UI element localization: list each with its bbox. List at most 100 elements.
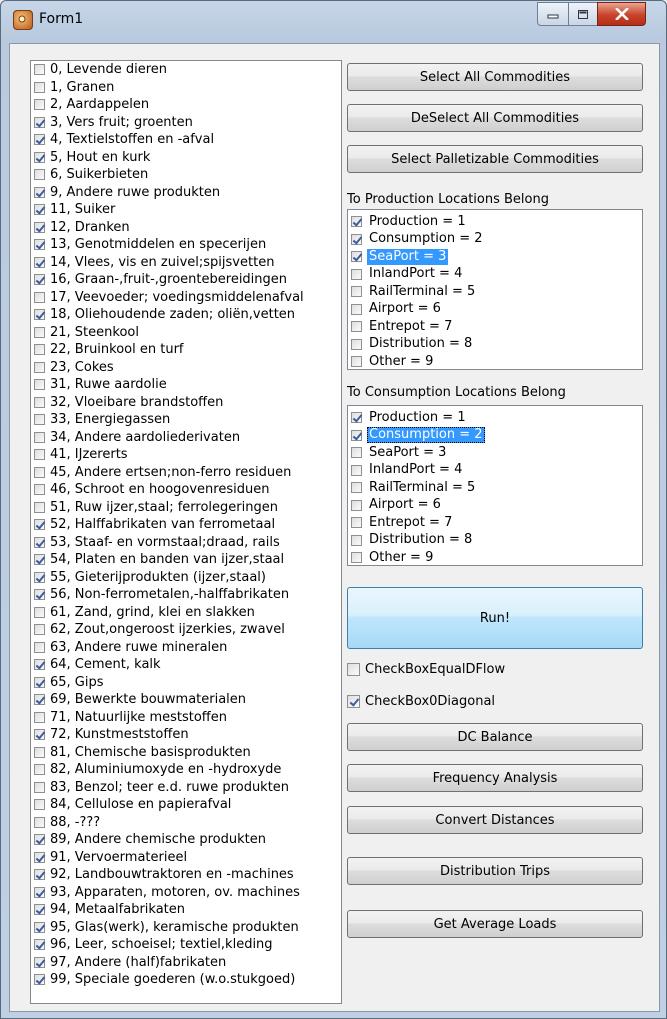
item-checkbox[interactable] <box>34 151 45 163</box>
consumption-list-item[interactable]: Other = 9 <box>348 549 642 567</box>
item-checkbox[interactable] <box>34 974 45 986</box>
commodity-list-item[interactable]: 55, Gieterijprodukten (ijzer,staal) <box>31 569 341 587</box>
deselect-all-commodities-button[interactable]: DeSelect All Commodities <box>347 104 643 132</box>
item-checkbox[interactable] <box>34 449 45 461</box>
item-checkbox[interactable] <box>34 729 45 741</box>
item-checkbox[interactable] <box>34 711 45 723</box>
distribution-trips-button[interactable]: Distribution Trips <box>347 857 643 885</box>
select-all-commodities-button[interactable]: Select All Commodities <box>347 63 643 91</box>
item-checkbox[interactable] <box>351 429 362 441</box>
production-list-item[interactable]: Entrepot = 7 <box>348 318 642 336</box>
item-checkbox[interactable] <box>34 676 45 688</box>
commodity-list-item[interactable]: 23, Cokes <box>31 359 341 377</box>
production-list-item[interactable]: Distribution = 8 <box>348 336 642 354</box>
item-checkbox[interactable] <box>351 552 362 564</box>
commodity-list-item[interactable]: 46, Schroot en hoogovenresiduen <box>31 481 341 499</box>
commodity-list-item[interactable]: 91, Vervoermaterieel <box>31 849 341 867</box>
item-checkbox[interactable] <box>351 499 362 511</box>
consumption-list-item[interactable]: InlandPort = 4 <box>348 462 642 480</box>
commodity-list-item[interactable]: 0, Levende dieren <box>31 61 341 79</box>
item-checkbox[interactable] <box>34 519 45 531</box>
commodity-list-item[interactable]: 32, Vloeibare brandstoffen <box>31 394 341 412</box>
production-list-item[interactable]: Consumption = 2 <box>348 231 642 249</box>
commodity-list-item[interactable]: 4, Textielstoffen en -afval <box>31 131 341 149</box>
item-checkbox[interactable] <box>34 904 45 916</box>
commodity-list-item[interactable]: 9, Andere ruwe produkten <box>31 184 341 202</box>
commodity-list-item[interactable]: 63, Andere ruwe mineralen <box>31 639 341 657</box>
item-checkbox[interactable] <box>34 169 45 181</box>
commodity-list-item[interactable]: 12, Dranken <box>31 219 341 237</box>
consumption-locations-list[interactable]: Production = 1 Consumption = 2 SeaPort = 3… <box>347 405 643 566</box>
commodity-list-item[interactable]: 96, Leer, schoeisel; textiel,kleding <box>31 936 341 954</box>
item-checkbox[interactable] <box>351 268 362 280</box>
commodity-list-item[interactable]: 72, Kunstmeststoffen <box>31 726 341 744</box>
item-checkbox[interactable] <box>34 396 45 408</box>
item-checkbox[interactable] <box>351 338 362 350</box>
item-checkbox[interactable] <box>351 321 362 333</box>
select-palletizable-commodities-button[interactable]: Select Palletizable Commodities <box>347 145 643 173</box>
app-icon[interactable] <box>13 10 33 30</box>
item-checkbox[interactable] <box>34 659 45 671</box>
item-checkbox[interactable] <box>34 414 45 426</box>
commodity-list-item[interactable]: 6, Suikerbieten <box>31 166 341 184</box>
commodity-list-item[interactable]: 13, Genotmiddelen en specerijen <box>31 236 341 254</box>
commodity-list-item[interactable]: 94, Metaalfabrikaten <box>31 901 341 919</box>
item-checkbox[interactable] <box>34 239 45 251</box>
commodity-list-item[interactable]: 53, Staaf- en vormstaal;draad, rails <box>31 534 341 552</box>
item-checkbox[interactable] <box>34 186 45 198</box>
item-checkbox[interactable] <box>34 606 45 618</box>
item-checkbox[interactable] <box>34 746 45 758</box>
item-checkbox[interactable] <box>34 99 45 111</box>
item-checkbox[interactable] <box>34 134 45 146</box>
commodity-list-item[interactable]: 93, Apparaten, motoren, ov. machines <box>31 884 341 902</box>
item-checkbox[interactable] <box>34 781 45 793</box>
item-checkbox[interactable] <box>351 286 362 298</box>
item-checkbox[interactable] <box>34 64 45 76</box>
item-checkbox[interactable] <box>34 309 45 321</box>
commodity-list-item[interactable]: 88, -??? <box>31 814 341 832</box>
item-checkbox[interactable] <box>351 216 362 228</box>
item-checkbox[interactable] <box>351 303 362 315</box>
commodity-list-item[interactable]: 54, Platen en banden van ijzer,staal <box>31 551 341 569</box>
item-checkbox[interactable] <box>34 834 45 846</box>
item-checkbox[interactable] <box>34 116 45 128</box>
commodity-list-item[interactable]: 89, Andere chemische produkten <box>31 831 341 849</box>
production-list-item[interactable]: Other = 9 <box>348 353 642 371</box>
consumption-list-item[interactable]: Airport = 6 <box>348 497 642 515</box>
item-checkbox[interactable] <box>34 694 45 706</box>
consumption-list-item[interactable]: Distribution = 8 <box>348 532 642 550</box>
item-checkbox[interactable] <box>351 356 362 368</box>
commodity-list-item[interactable]: 14, Vlees, vis en zuivel;spijsvetten <box>31 254 341 272</box>
minimize-button[interactable] <box>537 2 569 26</box>
commodity-list-item[interactable]: 33, Energiegassen <box>31 411 341 429</box>
production-list-item[interactable]: InlandPort = 4 <box>348 266 642 284</box>
item-checkbox[interactable] <box>351 482 362 494</box>
item-checkbox[interactable] <box>351 534 362 546</box>
item-checkbox[interactable] <box>34 571 45 583</box>
commodity-list-item[interactable]: 99, Speciale goederen (w.o.stukgoed) <box>31 971 341 989</box>
commodity-list-item[interactable]: 51, Ruw ijzer,staal; ferrolegeringen <box>31 499 341 517</box>
commodity-list-item[interactable]: 69, Bewerkte bouwmaterialen <box>31 691 341 709</box>
item-checkbox[interactable] <box>34 816 45 828</box>
item-checkbox[interactable] <box>34 939 45 951</box>
item-checkbox[interactable] <box>34 536 45 548</box>
commodity-list-item[interactable]: 31, Ruwe aardolie <box>31 376 341 394</box>
frequency-analysis-button[interactable]: Frequency Analysis <box>347 764 643 792</box>
get-average-loads-button[interactable]: Get Average Loads <box>347 910 643 938</box>
commodity-list-item[interactable]: 97, Andere (half)fabrikaten <box>31 954 341 972</box>
commodity-list-item[interactable]: 3, Vers fruit; groenten <box>31 114 341 132</box>
commodity-list-item[interactable]: 92, Landbouwtraktoren en -machines <box>31 866 341 884</box>
commodity-list-item[interactable]: 64, Cement, kalk <box>31 656 341 674</box>
item-checkbox[interactable] <box>34 641 45 653</box>
commodity-list-item[interactable]: 17, Veevoeder; voedingsmiddelenafval <box>31 289 341 307</box>
production-list-item[interactable]: Airport = 6 <box>348 301 642 319</box>
item-checkbox[interactable] <box>34 921 45 933</box>
commodity-list-item[interactable]: 71, Natuurlijke meststoffen <box>31 709 341 727</box>
item-checkbox[interactable] <box>351 251 362 263</box>
consumption-list-item[interactable]: Entrepot = 7 <box>348 514 642 532</box>
item-checkbox[interactable] <box>34 869 45 881</box>
item-checkbox[interactable] <box>34 204 45 216</box>
commodity-checked-list[interactable]: 0, Levende dieren 1, Granen 2, Aardappelen… <box>30 60 342 1004</box>
checkbox-equal-dflow[interactable]: CheckBoxEqualDFlow <box>347 662 505 677</box>
production-locations-list[interactable]: Production = 1 Consumption = 2 SeaPort = 3… <box>347 209 643 370</box>
